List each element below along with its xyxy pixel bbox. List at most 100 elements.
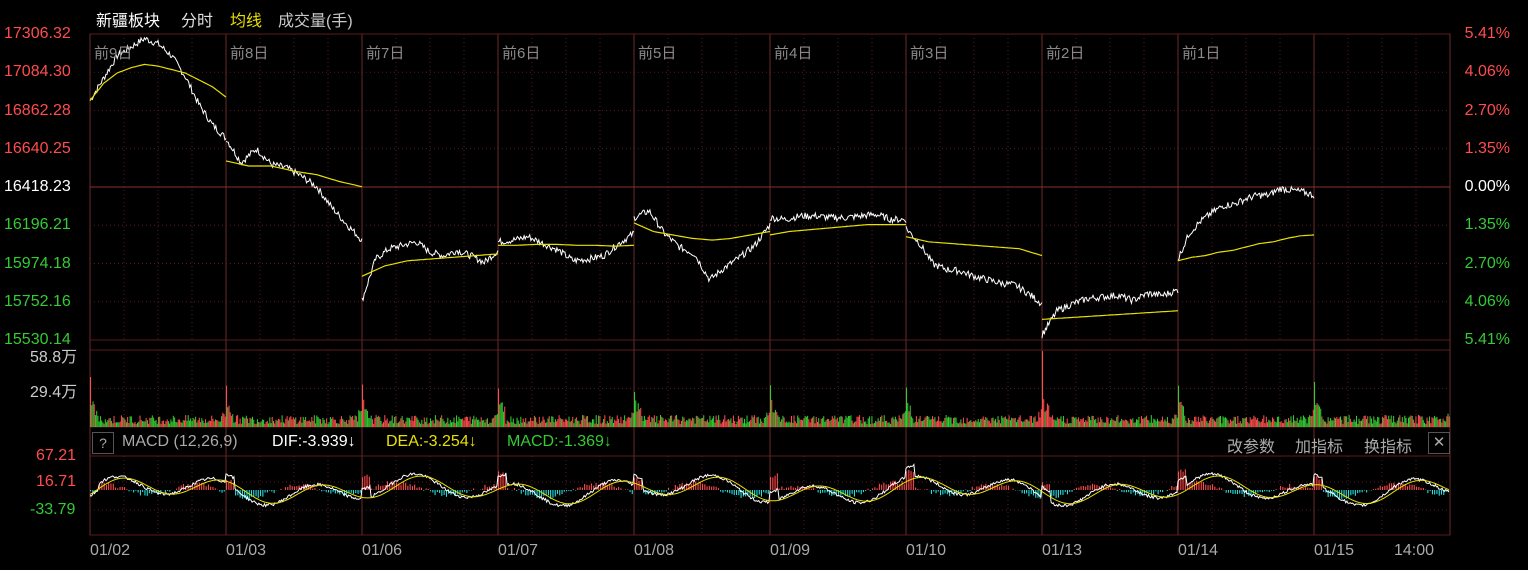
volume-bar: [610, 419, 612, 427]
volume-bar: [1070, 423, 1072, 427]
macd-histogram-bar: [441, 490, 443, 496]
volume-bar: [1342, 423, 1344, 427]
macd-histogram-bar: [595, 482, 597, 490]
volume-bar: [516, 417, 518, 427]
volume-bar: [813, 416, 815, 427]
volume-bar: [771, 399, 773, 427]
macd-histogram-bar: [1302, 488, 1304, 490]
volume-bar: [1433, 415, 1435, 427]
volume-bar: [746, 415, 748, 427]
volume-bar: [538, 416, 540, 427]
volume-bar: [329, 417, 331, 427]
macd-histogram-bar: [1266, 490, 1268, 492]
volume-bar: [1045, 410, 1047, 427]
volume-bar: [703, 415, 705, 427]
volume-bar: [132, 422, 134, 427]
volume-bar: [922, 421, 924, 427]
pct-axis-label: 1.35%: [1464, 216, 1510, 234]
volume-bar: [253, 419, 255, 427]
volume-bar: [1400, 421, 1402, 427]
volume-bar: [170, 419, 172, 427]
macd-histogram-bar: [672, 489, 674, 490]
volume-bar: [334, 419, 336, 427]
price-axis-label: 15752.16: [4, 292, 71, 310]
volume-bar: [568, 416, 570, 427]
volume-bar: [745, 423, 747, 427]
volume-bar: [1016, 422, 1018, 427]
macd-histogram-bar: [1123, 490, 1125, 493]
volume-bar: [1252, 418, 1254, 427]
switch-indicator-button[interactable]: 换指标: [1364, 433, 1412, 457]
volume-bar: [113, 416, 115, 427]
macd-histogram-bar: [334, 490, 336, 494]
volume-bar: [789, 422, 791, 427]
macd-histogram-bar: [1028, 490, 1030, 497]
volume-bar: [917, 422, 919, 427]
volume-bar: [1284, 419, 1286, 427]
volume-bar: [794, 421, 796, 427]
macd-histogram-bar: [1382, 486, 1384, 490]
volume-bar: [673, 419, 675, 427]
volume-bar: [1077, 417, 1079, 427]
macd-histogram-bar: [674, 485, 676, 490]
volume-bar: [1305, 418, 1307, 427]
volume-bar: [877, 418, 879, 427]
macd-histogram-bar: [1200, 481, 1202, 490]
volume-bar: [1048, 405, 1050, 427]
macd-histogram-bar: [1168, 489, 1170, 490]
add-indicator-button[interactable]: 加指标: [1295, 433, 1343, 457]
volume-bar: [1139, 423, 1141, 427]
volume-bar: [261, 419, 263, 427]
volume-bar: [988, 420, 990, 427]
volume-bar: [286, 416, 288, 427]
macd-histogram-bar: [1076, 487, 1078, 490]
volume-bar: [844, 419, 846, 427]
close-icon[interactable]: ✕: [1428, 432, 1450, 454]
volume-bar: [622, 420, 624, 427]
volume-bar: [1326, 423, 1328, 427]
macd-histogram-bar: [253, 490, 255, 497]
macd-histogram-bar: [1409, 484, 1411, 490]
volume-bar: [883, 415, 885, 427]
volume-bar: [264, 423, 266, 427]
volume-bar: [496, 414, 498, 427]
volume-bar: [211, 415, 213, 427]
volume-bar: [477, 419, 479, 427]
volume-bar: [585, 416, 587, 427]
macd-histogram-bar: [1073, 489, 1075, 490]
macd-histogram-bar: [779, 488, 781, 490]
volume-bar: [271, 417, 273, 427]
volume-bar: [485, 419, 487, 427]
volume-bar: [802, 420, 804, 427]
volume-bar: [1379, 423, 1381, 427]
volume-bar: [520, 416, 522, 427]
macd-histogram-bar: [1214, 486, 1216, 490]
macd-axis-label: -33.79: [30, 501, 76, 518]
macd-histogram-bar: [1008, 485, 1010, 490]
macd-histogram-bar: [1425, 489, 1427, 490]
volume-bar: [255, 423, 257, 427]
volume-bar: [778, 417, 780, 427]
volume-bar: [924, 417, 926, 427]
volume-bar: [1144, 417, 1146, 427]
volume-bar: [182, 420, 184, 427]
volume-bar: [766, 412, 768, 427]
volume-bar: [235, 415, 237, 427]
pct-axis-label: 4.06%: [1464, 63, 1510, 81]
volume-bar: [833, 418, 835, 427]
volume-bar: [1039, 417, 1041, 427]
volume-bar: [799, 419, 801, 427]
volume-bar: [593, 419, 595, 427]
volume-bar: [205, 419, 207, 427]
volume-bar: [932, 416, 934, 427]
volume-bar: [521, 422, 523, 427]
change-params-button[interactable]: 改参数: [1227, 433, 1275, 457]
volume-bar: [1405, 417, 1407, 427]
volume-bar: [1096, 423, 1098, 427]
macd-histogram-bar: [1375, 488, 1377, 490]
macd-histogram-bar: [568, 490, 570, 491]
volume-bar: [1383, 417, 1385, 427]
volume-bar: [694, 423, 696, 427]
volume-bar: [1069, 423, 1071, 427]
volume-bar: [1295, 421, 1297, 427]
